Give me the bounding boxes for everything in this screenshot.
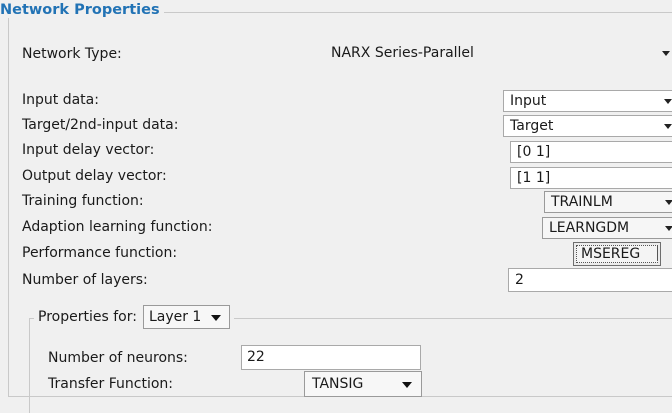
chevron-down-icon <box>664 124 672 129</box>
num-layers-label: Number of layers: <box>22 272 148 288</box>
input-data-value: Input <box>510 93 547 109</box>
num-neurons-label: Number of neurons: <box>48 350 188 366</box>
performance-function-value: MSEREG <box>576 245 658 263</box>
num-layers-field[interactable]: 2 <box>508 268 672 292</box>
chevron-down-icon <box>211 315 222 321</box>
performance-function-label: Performance function: <box>22 245 178 261</box>
training-function-value: TRAINLM <box>551 194 613 210</box>
network-type-select[interactable]: NARX Series-Parallel <box>325 43 672 65</box>
performance-function-select[interactable]: MSEREG <box>573 242 661 266</box>
target-data-select[interactable]: Target <box>503 115 672 137</box>
input-delay-field[interactable]: [0 1] <box>510 141 672 163</box>
adaption-function-label: Adaption learning function: <box>22 219 213 235</box>
transfer-function-select[interactable]: TANSIG <box>304 371 422 397</box>
layer-select-value: Layer 1 <box>148 309 202 325</box>
network-type-value: NARX Series-Parallel <box>331 45 474 61</box>
training-function-select[interactable]: TRAINLM <box>544 191 672 213</box>
adaption-function-select[interactable]: LEARNGDM <box>542 217 672 239</box>
chevron-down-icon <box>662 51 670 56</box>
transfer-function-value: TANSIG <box>312 376 364 392</box>
dropdown-divider <box>657 247 658 261</box>
output-delay-field[interactable]: [1 1] <box>510 167 672 189</box>
num-neurons-field[interactable]: 22 <box>241 345 421 370</box>
chevron-down-icon <box>402 382 412 388</box>
input-delay-label: Input delay vector: <box>22 142 155 158</box>
properties-for-label: Properties for: <box>38 309 137 325</box>
input-data-label: Input data: <box>22 92 99 108</box>
layer-select[interactable]: Layer 1 <box>142 305 231 329</box>
transfer-function-label: Transfer Function: <box>48 376 174 392</box>
target-data-label: Target/2nd-input data: <box>22 117 179 133</box>
chevron-down-icon <box>664 99 672 104</box>
output-delay-label: Output delay vector: <box>22 168 167 184</box>
training-function-label: Training function: <box>22 193 144 209</box>
chevron-down-icon <box>665 200 672 205</box>
layer-properties-header: Properties for: Layer 1 <box>34 305 235 329</box>
network-properties-title: Network Properties <box>0 2 164 18</box>
input-data-select[interactable]: Input <box>503 90 672 112</box>
target-data-value: Target <box>510 118 554 134</box>
adaption-function-value: LEARNGDM <box>549 220 630 236</box>
chevron-down-icon <box>665 226 672 231</box>
network-type-label: Network Type: <box>22 46 122 62</box>
